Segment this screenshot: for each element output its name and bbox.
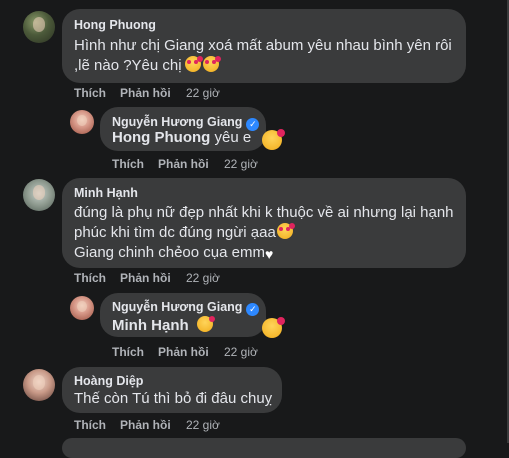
- avatar-face: [32, 185, 46, 200]
- comment-author-name[interactable]: Nguyễn Hương Giang: [112, 300, 242, 314]
- verified-badge-icon: ✓: [246, 303, 260, 316]
- white-heart-emoji-icon: ♥: [264, 246, 274, 262]
- comment-bubble: [62, 438, 466, 458]
- comment-text: ,lẽ nào ?Yêu chị: [74, 57, 182, 74]
- avatar[interactable]: [23, 179, 55, 211]
- comment-author[interactable]: Minh Hạnh: [74, 186, 138, 200]
- reply-button[interactable]: Phản hồi: [120, 271, 171, 285]
- comment-text-line: ,lẽ nào ?Yêu chị: [74, 56, 221, 76]
- comment-text-line: đúng là phụ nữ đẹp nhất khi k thuộc về a…: [74, 203, 454, 223]
- comment-text-line: Hong Phuong yêu e: [112, 128, 251, 148]
- comment-text-line: Giang chinh chẻoo cụa emm♥: [74, 243, 273, 263]
- like-button[interactable]: Thích: [74, 271, 106, 285]
- reply-button[interactable]: Phản hồi: [120, 86, 171, 100]
- reply-button[interactable]: Phản hồi: [158, 157, 209, 171]
- comment-text-line: Thế còn Tú thì bỏ đi đâu chuỵ: [74, 389, 272, 409]
- comment-text-line: phúc khi tìm dc đúng ngừi ạaa: [74, 223, 295, 243]
- reply-button[interactable]: Phản hồi: [158, 345, 209, 359]
- mention-link[interactable]: Minh Hạnh: [112, 317, 189, 334]
- timestamp[interactable]: 22 giờ: [186, 418, 220, 432]
- timestamp[interactable]: 22 giờ: [186, 86, 220, 100]
- avatar[interactable]: [23, 369, 55, 401]
- timestamp[interactable]: 22 giờ: [186, 271, 220, 285]
- comment-text: đúng là phụ nữ đẹp nhất khi k thuộc về a…: [74, 204, 454, 221]
- avatar[interactable]: [23, 11, 55, 43]
- kissing-face-emoji-icon: [196, 316, 215, 332]
- comment-text: yêu e: [214, 129, 252, 146]
- comment-author-name[interactable]: Nguyễn Hương Giang: [112, 115, 242, 129]
- comment-text-line: Minh Hạnh: [112, 316, 215, 336]
- like-button[interactable]: Thích: [112, 345, 144, 359]
- like-button[interactable]: Thích: [74, 418, 106, 432]
- mention-link[interactable]: Hong Phuong: [112, 129, 210, 146]
- like-button[interactable]: Thích: [74, 86, 106, 100]
- comment-author[interactable]: Hong Phuong: [74, 18, 156, 32]
- reply-button[interactable]: Phản hồi: [120, 418, 171, 432]
- comment-author[interactable]: Hoàng Diệp: [74, 374, 143, 388]
- timestamp[interactable]: 22 giờ: [224, 157, 258, 171]
- avatar[interactable]: [70, 296, 94, 320]
- comment-author[interactable]: Nguyễn Hương Giang ✓: [112, 300, 260, 316]
- avatar[interactable]: [70, 110, 94, 134]
- smiling-face-with-hearts-emoji-icon: [276, 223, 295, 239]
- comment-text: Hình như chị Giang xoá mất abum yêu nhau…: [74, 37, 452, 54]
- kissing-face-emoji-icon: [262, 317, 285, 338]
- timestamp[interactable]: 22 giờ: [224, 345, 258, 359]
- comment-text: Thế còn Tú thì bỏ đi đâu chuỵ: [74, 390, 273, 407]
- smiling-face-with-hearts-emoji-icon: [184, 56, 203, 72]
- avatar-face: [77, 300, 87, 312]
- avatar-face: [32, 17, 46, 32]
- comment-text-line: Hình như chị Giang xoá mất abum yêu nhau…: [74, 36, 452, 56]
- avatar-face: [77, 114, 87, 126]
- smiling-face-with-hearts-emoji-icon: [202, 56, 221, 72]
- comment-text: Giang chinh chẻoo cụa emm: [74, 244, 265, 261]
- avatar-face: [32, 375, 46, 390]
- kissing-face-emoji-icon: [262, 129, 285, 150]
- like-button[interactable]: Thích: [112, 157, 144, 171]
- comment-text: phúc khi tìm dc đúng ngừi ạaa: [74, 224, 276, 241]
